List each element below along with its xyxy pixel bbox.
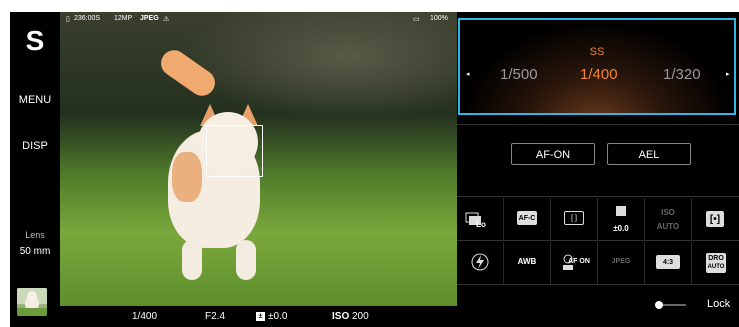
continuous-drive-icon xyxy=(465,212,481,225)
memory-card-icon: ▯ xyxy=(66,16,70,23)
disp-button[interactable]: DISP xyxy=(10,140,60,152)
shutter-speed-readout: 1/400 xyxy=(132,311,158,322)
aperture-readout: F2.4 xyxy=(205,311,226,322)
ss-right-arrow-icon[interactable]: ▸ xyxy=(726,70,730,78)
battery-level: 100% xyxy=(430,15,448,22)
cat-leg-left xyxy=(182,240,202,280)
ss-value-selected[interactable]: 1/400 xyxy=(580,66,618,83)
shutter-speed-selector[interactable]: SS ◂ 1/500 1/400 1/320 ▸ xyxy=(458,18,736,115)
lens-label: Lens xyxy=(25,230,45,240)
iso-tile-label: ISO xyxy=(661,208,675,217)
battery-icon: ▭ xyxy=(413,16,420,23)
metering-tile[interactable]: [•] xyxy=(692,198,738,240)
exposure-comp-tile[interactable]: ±0.0 xyxy=(598,198,644,240)
flash-tile[interactable] xyxy=(457,242,503,284)
cat-fur-patch xyxy=(172,152,202,202)
ss-value-prev[interactable]: 1/500 xyxy=(500,66,538,83)
ss-value-next[interactable]: 1/320 xyxy=(663,66,701,83)
file-format-value: JPEG xyxy=(611,258,631,265)
metering-icon: [•] xyxy=(706,211,724,227)
face-eye-af-value: AF ON xyxy=(568,258,590,265)
location-icon: ⚠ xyxy=(163,16,170,23)
exposure-comp-tile-value: ±0.0 xyxy=(613,224,629,233)
drive-speed-label: Lo xyxy=(476,220,486,229)
shooting-mode-indicator[interactable]: S xyxy=(10,25,60,57)
exposure-comp-readout: ± ±0.0 xyxy=(256,311,287,322)
focus-mode-value: AF-C xyxy=(517,211,537,225)
exposure-comp-value: ±0.0 xyxy=(268,311,288,322)
eye-af-frame xyxy=(206,125,263,177)
divider xyxy=(457,196,739,197)
focus-mode-tile[interactable]: AF-C xyxy=(504,198,550,240)
divider xyxy=(457,124,739,125)
focus-area-tile[interactable]: [ ] xyxy=(551,198,597,240)
af-on-button[interactable]: AF-ON xyxy=(511,143,595,165)
dro-icon: DRO AUTO xyxy=(706,253,726,273)
aspect-ratio-value: 4:3 xyxy=(656,255,680,269)
shots-remaining: 236:00S xyxy=(74,15,101,22)
thumbnail-image xyxy=(17,288,47,316)
lock-toggle-knob[interactable] xyxy=(655,301,663,309)
dro-tile[interactable]: DRO AUTO xyxy=(692,242,738,284)
white-balance-value: AWB xyxy=(517,257,537,266)
lens-switch-button[interactable]: 50 mm xyxy=(10,246,60,257)
file-format-tile[interactable]: JPEG xyxy=(598,242,644,284)
drive-mode-tile[interactable]: Lo xyxy=(457,198,503,240)
settings-panel: SS ◂ 1/500 1/400 1/320 ▸ AF-ON AEL Lo AF… xyxy=(457,12,739,327)
background-blur xyxy=(180,12,457,122)
ael-button[interactable]: AEL xyxy=(607,143,691,165)
resolution-label: 12MP xyxy=(114,15,133,22)
iso-label: ISO xyxy=(332,311,350,322)
format-label: JPEG xyxy=(140,15,159,22)
dro-label: DRO xyxy=(708,255,724,262)
exposure-comp-icon xyxy=(616,206,626,216)
white-balance-tile[interactable]: AWB xyxy=(504,242,550,284)
menu-button[interactable]: MENU xyxy=(10,94,60,106)
left-sidebar: S MENU DISP Lens 50 mm xyxy=(10,12,60,327)
cat-leg-right xyxy=(236,240,256,280)
camera-app: S MENU DISP Lens 50 mm ▯ 236:00S 12MP JP… xyxy=(10,12,739,327)
status-bar: ▯ 236:00S 12MP JPEG ⚠ ▭ 100% xyxy=(60,12,457,26)
focus-area-icon: [ ] xyxy=(564,211,584,225)
divider xyxy=(457,240,739,241)
gallery-thumbnail[interactable] xyxy=(17,288,47,316)
exposure-info-bar: 1/400 F2.4 ± ±0.0 ISO 200 xyxy=(60,306,457,327)
iso-readout: 200 xyxy=(352,311,369,322)
iso-tile-value: AUTO xyxy=(656,222,680,231)
ev-icon: ± xyxy=(256,311,265,321)
flash-off-icon xyxy=(471,253,489,271)
face-eye-af-tile[interactable]: AF ON xyxy=(551,242,597,284)
divider xyxy=(457,284,739,285)
lock-label: Lock xyxy=(707,298,731,310)
dro-mode: AUTO xyxy=(707,264,725,270)
viewfinder[interactable]: ▯ 236:00S 12MP JPEG ⚠ ▭ 100% xyxy=(60,12,457,306)
aspect-ratio-tile[interactable]: 4:3 xyxy=(645,242,691,284)
ss-label: SS xyxy=(589,46,605,58)
iso-tile[interactable]: ISO AUTO xyxy=(645,198,691,240)
ss-left-arrow-icon[interactable]: ◂ xyxy=(466,70,470,78)
